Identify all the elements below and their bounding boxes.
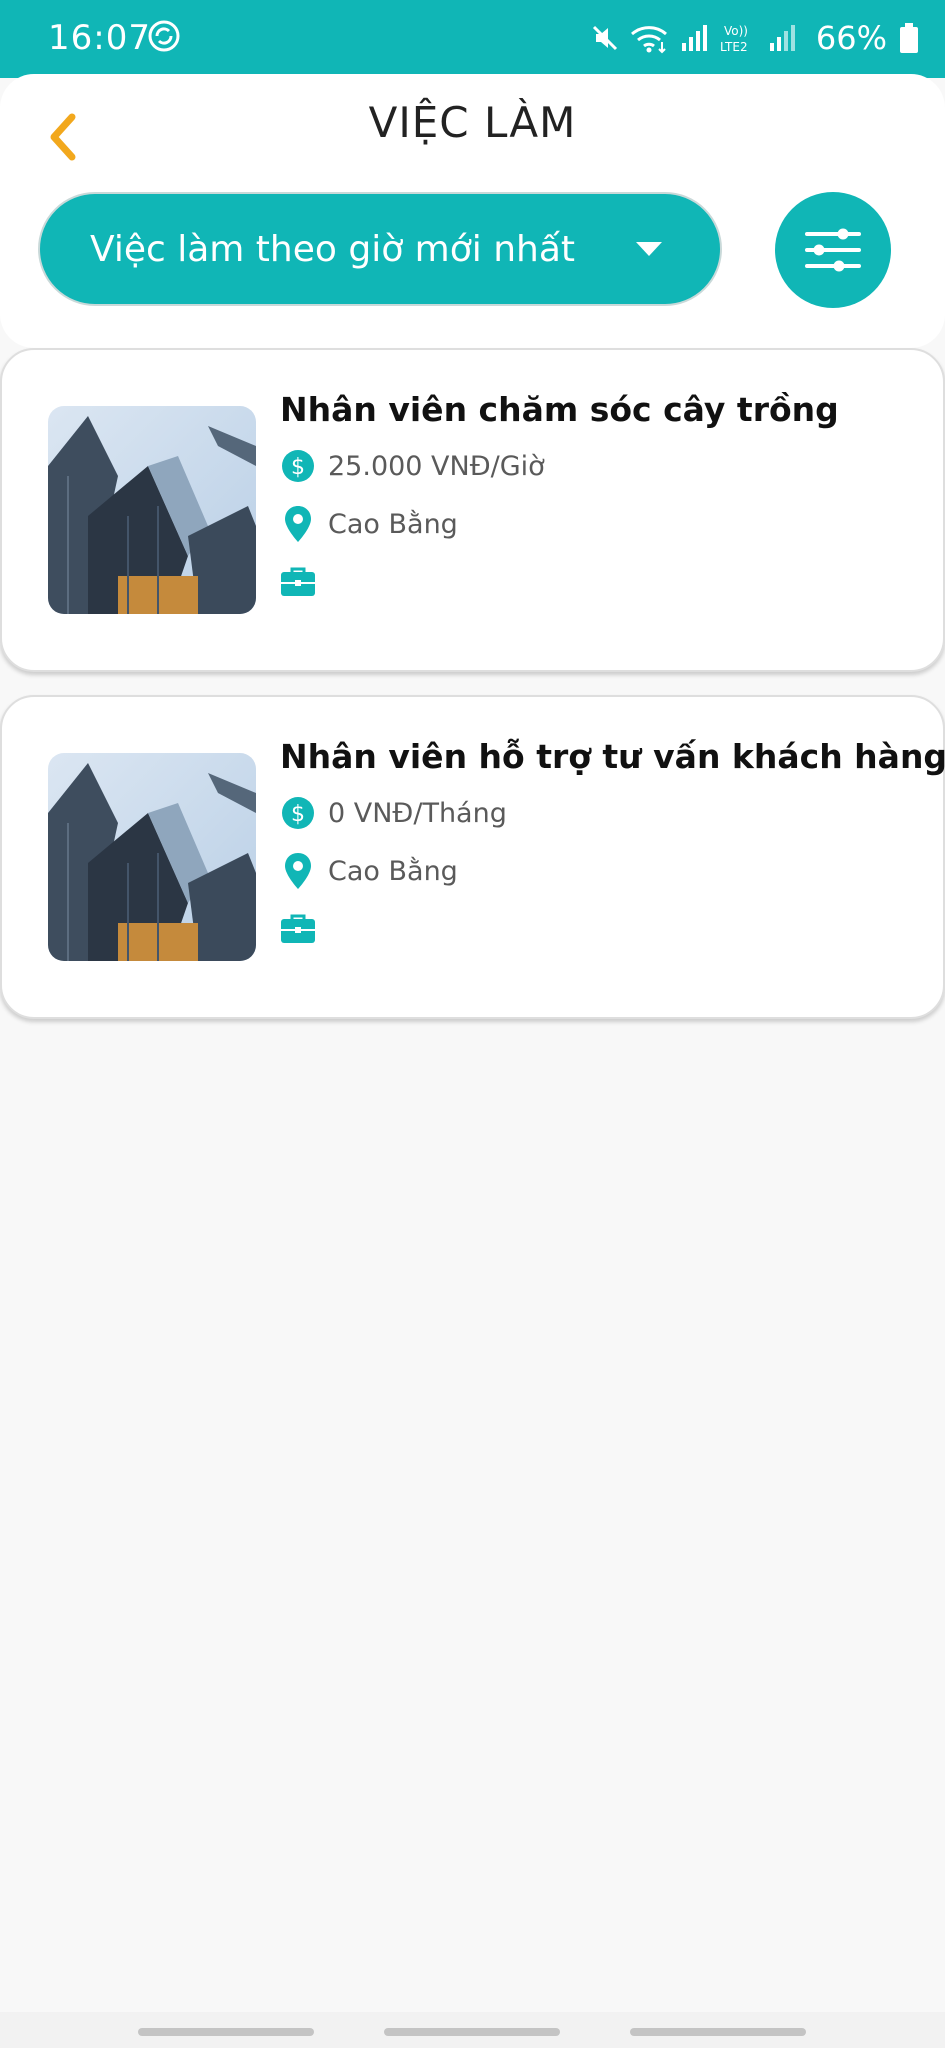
sync-icon [148,20,180,52]
svg-text:Vo)): Vo)) [724,24,748,38]
job-thumbnail [48,406,256,614]
dollar-icon: $ [280,793,316,833]
navigation-bar [0,2012,945,2048]
job-thumbnail [48,753,256,961]
job-location: Cao Bằng [328,855,458,887]
screen: 16:07 Vo)) LTE2 66% VIỆC LÀM Việc làm th… [0,0,945,2048]
job-card[interactable]: Nhân viên hỗ trợ tư vấn khách hàng $ 0 V… [0,695,945,1019]
job-salary: 25.000 VNĐ/Giờ [328,450,545,482]
sliders-icon [805,228,861,272]
job-salary-row: $ 0 VNĐ/Tháng [280,793,507,833]
job-salary: 0 VNĐ/Tháng [328,797,507,829]
job-location: Cao Bằng [328,508,458,540]
job-title: Nhân viên hỗ trợ tư vấn khách hàng [280,737,945,776]
status-icons: Vo)) LTE2 66% [590,16,919,60]
nav-recents-handle[interactable] [138,2028,314,2036]
nav-back-handle[interactable] [630,2028,806,2036]
briefcase-icon [280,562,316,602]
page-title: VIỆC LÀM [368,98,577,147]
battery-icon [900,23,918,53]
job-type-row [280,909,328,949]
svg-text:$: $ [291,455,305,480]
signal-icon [769,25,795,51]
dollar-icon: $ [280,446,316,486]
location-pin-icon [280,851,316,891]
battery-percent: 66% [815,19,887,57]
job-salary-row: $ 25.000 VNĐ/Giờ [280,446,545,486]
wifi-icon [630,26,667,54]
location-pin-icon [280,504,316,544]
job-type-row [280,562,328,602]
briefcase-icon [280,909,316,949]
sort-dropdown-label: Việc làm theo giờ mới nhất [90,228,576,270]
job-location-row: Cao Bằng [280,851,458,891]
signal-icon [681,25,707,51]
caret-down-icon [636,242,662,256]
job-card[interactable]: Nhân viên chăm sóc cây trồng $ 25.000 VN… [0,348,945,672]
job-location-row: Cao Bằng [280,504,458,544]
svg-text:$: $ [291,802,305,827]
header-card: VIỆC LÀM Việc làm theo giờ mới nhất [0,74,945,348]
status-time: 16:07 [48,18,151,58]
nav-home-handle[interactable] [384,2028,560,2036]
status-bar: 16:07 Vo)) LTE2 66% [0,0,945,78]
mute-icon [592,25,617,51]
volte-lte2-icon: Vo)) LTE2 [720,24,748,54]
svg-text:LTE2: LTE2 [720,40,748,54]
filter-button[interactable] [775,192,891,308]
job-title: Nhân viên chăm sóc cây trồng [280,390,839,429]
sort-dropdown[interactable]: Việc làm theo giờ mới nhất [38,192,722,306]
